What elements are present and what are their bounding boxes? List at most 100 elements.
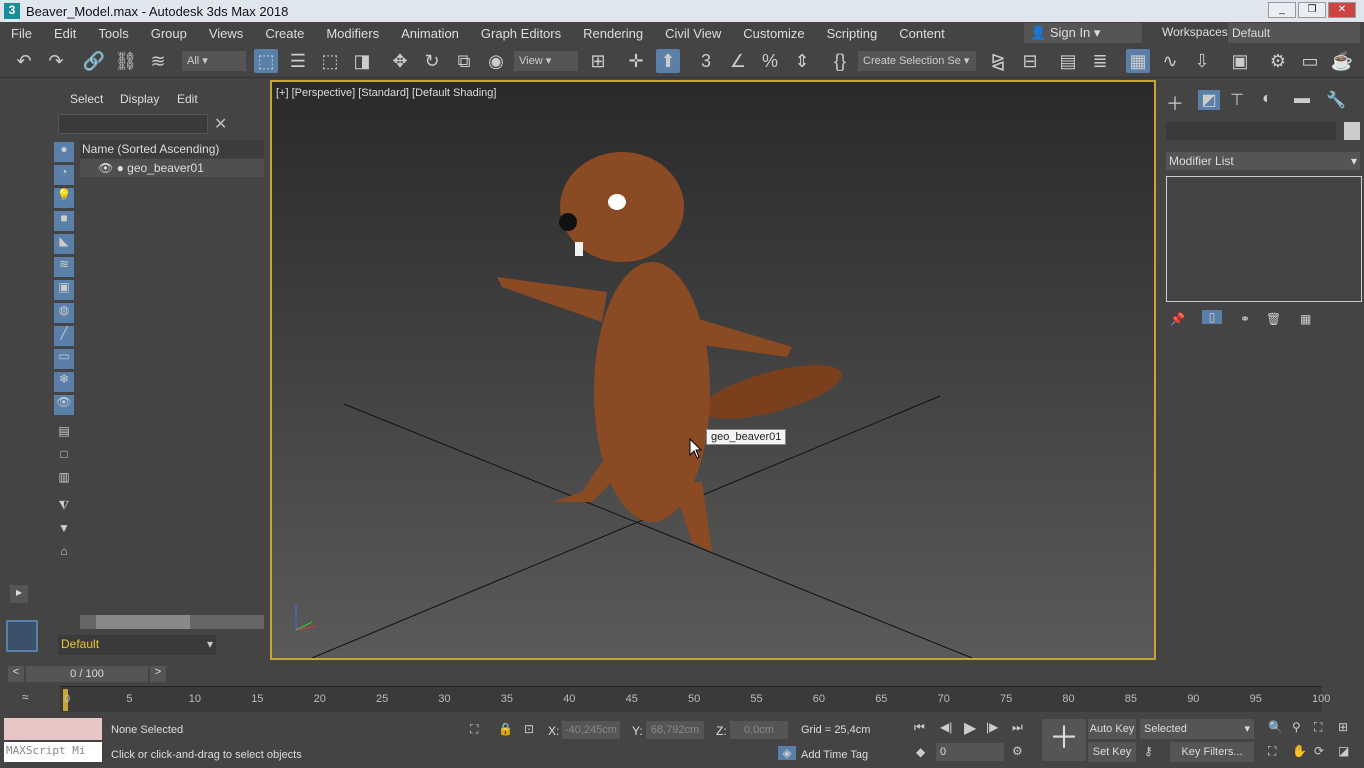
filter-icon[interactable]: ⧨ <box>54 498 74 518</box>
maximize-viewport-icon[interactable]: ◪ <box>1338 744 1349 758</box>
previous-key-icon[interactable]: ◀| <box>940 720 952 734</box>
move-icon[interactable]: ✥ <box>388 49 412 73</box>
lights-filter-icon[interactable]: 💡 <box>54 188 74 208</box>
maxscript-listener-output[interactable] <box>4 718 102 740</box>
menu-civil-view[interactable]: Civil View <box>654 26 732 41</box>
clear-search-icon[interactable]: ✕ <box>214 114 227 134</box>
play-icon[interactable]: ▶ <box>964 718 976 738</box>
perspective-viewport[interactable]: [+] [Perspective] [Standard] [Default Sh… <box>270 80 1156 660</box>
ref-coord-dropdown[interactable]: View ▾ <box>514 51 578 71</box>
time-tag-icon[interactable]: ◈ <box>778 746 796 760</box>
show-end-result-icon[interactable]: ▯ <box>1202 310 1222 324</box>
expand-arrow-icon[interactable]: ▸ <box>10 585 28 603</box>
x-coordinate-field[interactable]: -40,245cm <box>562 721 620 739</box>
set-key-button[interactable]: Set Key <box>1088 742 1136 762</box>
menu-tools[interactable]: Tools <box>87 26 139 41</box>
tab-edit[interactable]: Edit <box>177 92 198 106</box>
horizontal-scrollbar[interactable] <box>80 615 264 629</box>
hierarchy-tab-icon[interactable]: ⊤ <box>1230 90 1244 110</box>
menu-animation[interactable]: Animation <box>390 26 470 41</box>
key-filters-button[interactable]: Key Filters... <box>1170 742 1254 762</box>
bones-filter-icon[interactable]: ╱ <box>54 326 74 346</box>
curve-editor-toggle-icon[interactable]: ≈ <box>22 690 29 704</box>
prev-frame-button[interactable]: < <box>8 666 24 682</box>
field-of-view-icon[interactable]: ⛶ <box>1268 744 1276 759</box>
isolate-selection-icon[interactable]: ⛶ <box>470 722 478 737</box>
scene-explorer-icon[interactable]: ▤ <box>1056 49 1080 73</box>
minimize-button[interactable]: _ <box>1268 2 1296 18</box>
groups-filter-icon[interactable]: ▣ <box>54 280 74 300</box>
manipulate-icon[interactable]: ✛ <box>624 49 648 73</box>
cameras-filter-icon[interactable]: ■ <box>54 211 74 231</box>
zoom-extents-all-icon[interactable]: ⊞ <box>1338 720 1348 734</box>
spacewarps-filter-icon[interactable]: ≋ <box>54 257 74 277</box>
render-production-icon[interactable]: ☕ <box>1330 49 1354 73</box>
placement-icon[interactable]: ◉ <box>484 49 508 73</box>
menu-content[interactable]: Content <box>888 26 956 41</box>
redo-icon[interactable]: ↷ <box>44 49 68 73</box>
zoom-all-icon[interactable]: ⚲ <box>1292 720 1301 734</box>
time-slider[interactable]: 0 / 100 <box>26 666 148 682</box>
object-name-input[interactable] <box>1166 122 1336 140</box>
menu-modifiers[interactable]: Modifiers <box>315 26 390 41</box>
frozen-filter-icon[interactable]: ❄ <box>54 372 74 392</box>
rendered-frame-icon[interactable]: ▭ <box>1298 49 1322 73</box>
edit-named-selection-icon[interactable]: {} <box>828 49 852 73</box>
eye-icon[interactable]: 👁 <box>98 161 113 175</box>
orbit-icon[interactable]: ⟳ <box>1314 744 1324 758</box>
align-icon[interactable]: ⊟ <box>1018 49 1042 73</box>
workspace-dropdown[interactable]: Default <box>1228 23 1360 43</box>
object-color-swatch[interactable] <box>1344 122 1360 140</box>
default-key-tangent-icon[interactable]: ＋ <box>1042 719 1086 761</box>
menu-views[interactable]: Views <box>198 26 254 41</box>
select-object-icon[interactable]: ⬚ <box>254 49 278 73</box>
maximize-button[interactable]: ❐ <box>1298 2 1326 18</box>
containers-filter-icon[interactable]: ▭ <box>54 349 74 369</box>
spinner-snap-icon[interactable]: ⇕ <box>790 49 814 73</box>
material-editor-icon[interactable]: ▣ <box>1228 49 1252 73</box>
tab-select[interactable]: Select <box>70 92 103 106</box>
auto-key-button[interactable]: Auto Key <box>1088 719 1136 739</box>
rect-selection-icon[interactable]: ⬚ <box>318 49 342 73</box>
display-none-icon[interactable]: □ <box>54 447 74 467</box>
next-key-icon[interactable]: |▶ <box>986 720 998 734</box>
scale-icon[interactable]: ⧉ <box>452 49 476 73</box>
rotate-icon[interactable]: ↻ <box>420 49 444 73</box>
pivot-icon[interactable]: ⊞ <box>586 49 610 73</box>
menu-create[interactable]: Create <box>254 26 315 41</box>
named-selection-dropdown[interactable]: Create Selection Se ▾ <box>858 51 976 71</box>
keyboard-shortcut-icon[interactable]: ⬆ <box>656 49 680 73</box>
maxscript-mini-input[interactable]: MAXScript Mi <box>4 742 102 762</box>
make-unique-icon[interactable]: ⚭ <box>1240 312 1250 326</box>
close-button[interactable]: ✕ <box>1328 2 1356 18</box>
track-bar[interactable]: 0 5 10 15 20 25 30 35 40 45 50 55 60 65 70 75 80 85 90 95 10… <box>60 686 1330 712</box>
bind-spacewarp-icon[interactable]: ≋ <box>146 49 170 73</box>
tab-display[interactable]: Display <box>120 92 159 106</box>
menu-file[interactable]: File <box>0 26 43 41</box>
curve-editor-icon[interactable]: ∿ <box>1158 49 1182 73</box>
menu-rendering[interactable]: Rendering <box>572 26 654 41</box>
go-to-end-icon[interactable]: ⏭ <box>1012 720 1023 735</box>
invert-display-icon[interactable]: ▥ <box>54 470 74 490</box>
schematic-view-icon[interactable]: ⇩ <box>1190 49 1214 73</box>
menu-edit[interactable]: Edit <box>43 26 87 41</box>
create-tab-icon[interactable]: ＋ <box>1166 90 1184 116</box>
scrollbar-thumb[interactable] <box>96 615 190 629</box>
modifier-list-dropdown[interactable]: Modifier List ▾ <box>1166 152 1360 170</box>
zoom-extents-icon[interactable]: ⛶ <box>1314 720 1322 735</box>
motion-tab-icon[interactable]: ◐ <box>1262 90 1272 108</box>
add-time-tag[interactable]: Add Time Tag <box>801 749 868 761</box>
menu-group[interactable]: Group <box>140 26 198 41</box>
display-all-icon[interactable]: ▤ <box>54 424 74 444</box>
select-by-name-icon[interactable]: ☰ <box>286 49 310 73</box>
selection-lock-icon[interactable]: 🔒 <box>498 722 513 736</box>
xrefs-filter-icon[interactable]: ◍ <box>54 303 74 323</box>
z-coordinate-field[interactable]: 0,0cm <box>730 721 788 739</box>
mirror-icon[interactable]: ⧎ <box>986 49 1010 73</box>
shapes-filter-icon[interactable]: ◔ <box>54 165 74 185</box>
key-mode-toggle-icon[interactable]: ◆ <box>916 745 925 759</box>
helpers-filter-icon[interactable]: ◣ <box>54 234 74 254</box>
render-setup-icon[interactable]: ⚙ <box>1266 49 1290 73</box>
search-input[interactable] <box>58 114 208 134</box>
geometry-filter-icon[interactable]: ● <box>54 142 74 162</box>
